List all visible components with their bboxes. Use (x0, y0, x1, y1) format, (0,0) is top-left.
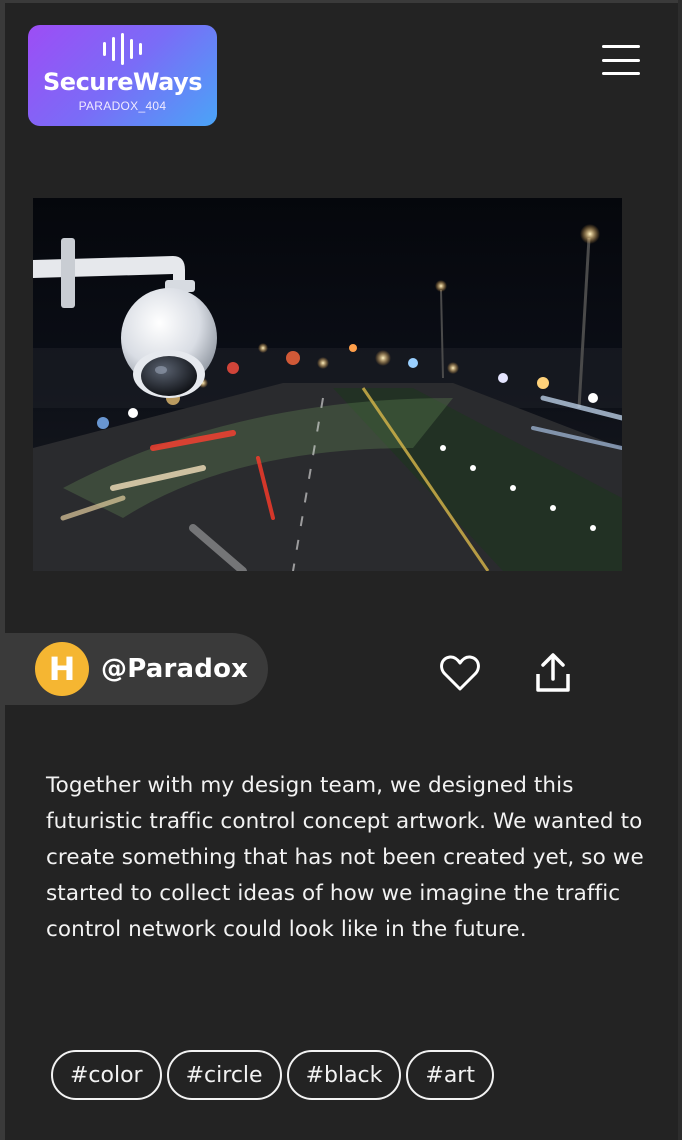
tag-chip[interactable]: #color (51, 1050, 162, 1100)
profile-chip[interactable]: H @Paradox (5, 633, 268, 705)
tag-chip[interactable]: #black (286, 1050, 402, 1100)
hamburger-menu-icon[interactable] (602, 45, 640, 75)
frame-top-edge (0, 0, 682, 3)
post-description: Together with my design team, we designe… (46, 773, 644, 942)
username[interactable]: @Paradox (101, 654, 248, 684)
frame-right-edge (678, 0, 682, 1140)
tag-chip[interactable]: #art (406, 1050, 494, 1100)
sound-wave-icon (103, 33, 142, 65)
hero-image-art (33, 198, 622, 571)
hero-image (33, 198, 622, 571)
share-upload-icon[interactable] (534, 652, 572, 694)
heart-outline-icon[interactable] (440, 654, 480, 692)
logo-title: SecureWays (43, 68, 203, 96)
logo[interactable]: SecureWays PARADOX_404 (28, 25, 217, 126)
logo-subtitle: PARADOX_404 (78, 99, 167, 113)
tag-chip[interactable]: #circle (166, 1050, 282, 1100)
tag-list: #color #circle #black #art (51, 1050, 494, 1100)
frame-left-edge (0, 0, 5, 1140)
avatar: H (35, 642, 89, 696)
